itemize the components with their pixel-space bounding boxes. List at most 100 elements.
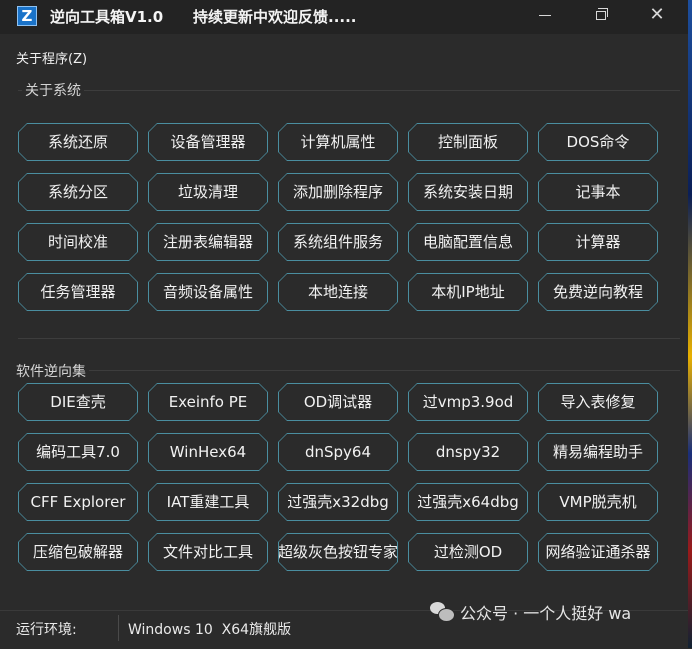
reverse-tool-button[interactable]: 过强壳x64dbg [409,484,527,520]
reverse-tool-button[interactable]: CFF Explorer [19,484,137,520]
system-group-bottom-border [18,338,680,339]
reverse-tool-button-frame: 导入表修复 [538,383,658,421]
reverse-tool-button-frame: dnSpy64 [278,433,398,471]
system-tool-button-frame: 系统分区 [18,173,138,211]
status-os-value: Windows 10 X64旗舰版 [128,622,292,638]
reverse-tool-button-frame: Exeinfo PE [148,383,268,421]
system-tool-button[interactable]: 记事本 [539,174,657,210]
reverse-tool-button[interactable]: 过检测OD [409,534,527,570]
reverse-tool-button-frame: OD调试器 [278,383,398,421]
system-tool-button-frame: 记事本 [538,173,658,211]
tools-group-border [18,370,680,371]
system-tool-button-frame: 控制面板 [408,123,528,161]
reverse-tool-button[interactable]: 过vmp3.9od [409,384,527,420]
close-button[interactable]: ✕ [634,0,680,30]
reverse-tool-button[interactable]: 文件对比工具 [149,534,267,570]
system-tool-button[interactable]: 免费逆向教程 [539,274,657,310]
system-tool-button[interactable]: 计算机属性 [279,124,397,160]
reverse-tool-button-frame: DIE查壳 [18,383,138,421]
window-subtitle: 持续更新中欢迎反馈..... [193,8,357,26]
system-tool-button[interactable]: 系统安装日期 [409,174,527,210]
menu-about[interactable]: 关于程序(Z) [16,48,87,67]
reverse-tool-button-frame: 过强壳x64dbg [408,483,528,521]
reverse-tool-button-frame: 过检测OD [408,533,528,571]
reverse-tool-button-frame: VMP脱壳机 [538,483,658,521]
system-tool-button-frame: 计算机属性 [278,123,398,161]
watermark: 公众号 · 一个人挺好 wa [430,600,631,624]
reverse-tool-button-frame: 超级灰色按钮专家 [278,533,398,571]
system-tool-button[interactable]: 垃圾清理 [149,174,267,210]
reverse-tool-button[interactable]: 精易编程助手 [539,434,657,470]
system-tool-button-frame: 注册表编辑器 [148,223,268,261]
system-tool-button[interactable]: 时间校准 [19,224,137,260]
system-tool-button[interactable]: 设备管理器 [149,124,267,160]
reverse-tool-button[interactable]: dnSpy64 [279,434,397,470]
reverse-tool-button-frame: 精易编程助手 [538,433,658,471]
menu-bar: 关于程序(Z) [0,42,688,68]
tools-group-label: 软件逆向集 [13,361,89,381]
minimize-icon [539,14,551,16]
system-tool-button[interactable]: 本地连接 [279,274,397,310]
title-bar[interactable]: Z 逆向工具箱V1.0 持续更新中欢迎反馈..... ✕ [0,0,688,34]
restore-button[interactable] [578,0,624,30]
reverse-tool-button[interactable]: dnspy32 [409,434,527,470]
minimize-button[interactable] [522,0,568,30]
reverse-tool-button[interactable]: IAT重建工具 [149,484,267,520]
reverse-tool-button[interactable]: DIE查壳 [19,384,137,420]
system-tool-button-frame: DOS命令 [538,123,658,161]
system-tool-button-frame: 系统安装日期 [408,173,528,211]
system-group-border [18,90,680,91]
system-tool-button-frame: 电脑配置信息 [408,223,528,261]
system-tool-button[interactable]: 添加删除程序 [279,174,397,210]
system-tool-button-frame: 本机IP地址 [408,273,528,311]
reverse-tool-button-frame: 文件对比工具 [148,533,268,571]
system-tool-button[interactable]: 注册表编辑器 [149,224,267,260]
reverse-tool-button[interactable]: 导入表修复 [539,384,657,420]
reverse-tool-button-frame: dnspy32 [408,433,528,471]
reverse-tool-button[interactable]: 编码工具7.0 [19,434,137,470]
status-divider [118,615,119,641]
reverse-tool-button[interactable]: 网络验证通杀器 [539,534,657,570]
system-tool-button[interactable]: 电脑配置信息 [409,224,527,260]
system-tool-button-frame: 设备管理器 [148,123,268,161]
reverse-tool-button-frame: WinHex64 [148,433,268,471]
app-logo-icon: Z [17,6,37,26]
system-tool-button[interactable]: DOS命令 [539,124,657,160]
system-tool-button[interactable]: 系统分区 [19,174,137,210]
system-group-label: 关于系统 [22,80,84,100]
reverse-tool-button-frame: IAT重建工具 [148,483,268,521]
reverse-tool-button[interactable]: WinHex64 [149,434,267,470]
watermark-text: 公众号 · 一个人挺好 wa [460,604,632,623]
reverse-tool-button-frame: 网络验证通杀器 [538,533,658,571]
close-icon: ✕ [649,4,665,25]
reverse-tool-button[interactable]: Exeinfo PE [149,384,267,420]
system-tool-button[interactable]: 任务管理器 [19,274,137,310]
reverse-tool-button[interactable]: 超级灰色按钮专家 [279,534,397,570]
system-tool-button[interactable]: 系统组件服务 [279,224,397,260]
system-tool-button[interactable]: 计算器 [539,224,657,260]
reverse-tool-button[interactable]: VMP脱壳机 [539,484,657,520]
window-title: 逆向工具箱V1.0 [50,8,164,26]
reverse-tool-button[interactable]: 过强壳x32dbg [279,484,397,520]
status-label: 运行环境: [16,622,77,638]
main-window: Z 逆向工具箱V1.0 持续更新中欢迎反馈..... ✕ 关于程序(Z) 关于系… [0,0,689,648]
system-tool-button[interactable]: 音频设备属性 [149,274,267,310]
system-tool-button[interactable]: 系统还原 [19,124,137,160]
system-tool-button-frame: 免费逆向教程 [538,273,658,311]
reverse-tool-button-frame: 过vmp3.9od [408,383,528,421]
system-tool-button[interactable]: 控制面板 [409,124,527,160]
system-tool-button-frame: 任务管理器 [18,273,138,311]
system-tool-button-frame: 系统组件服务 [278,223,398,261]
reverse-tool-button-frame: 过强壳x32dbg [278,483,398,521]
reverse-tool-button-frame: CFF Explorer [18,483,138,521]
system-tool-button-frame: 时间校准 [18,223,138,261]
reverse-tool-button[interactable]: OD调试器 [279,384,397,420]
system-tool-button-frame: 垃圾清理 [148,173,268,211]
background-window-edge [688,0,692,648]
reverse-tool-button[interactable]: 压缩包破解器 [19,534,137,570]
wechat-icon [430,602,455,622]
reverse-tool-button-frame: 编码工具7.0 [18,433,138,471]
system-tool-button-frame: 系统还原 [18,123,138,161]
system-tool-button[interactable]: 本机IP地址 [409,274,527,310]
system-tool-button-frame: 计算器 [538,223,658,261]
